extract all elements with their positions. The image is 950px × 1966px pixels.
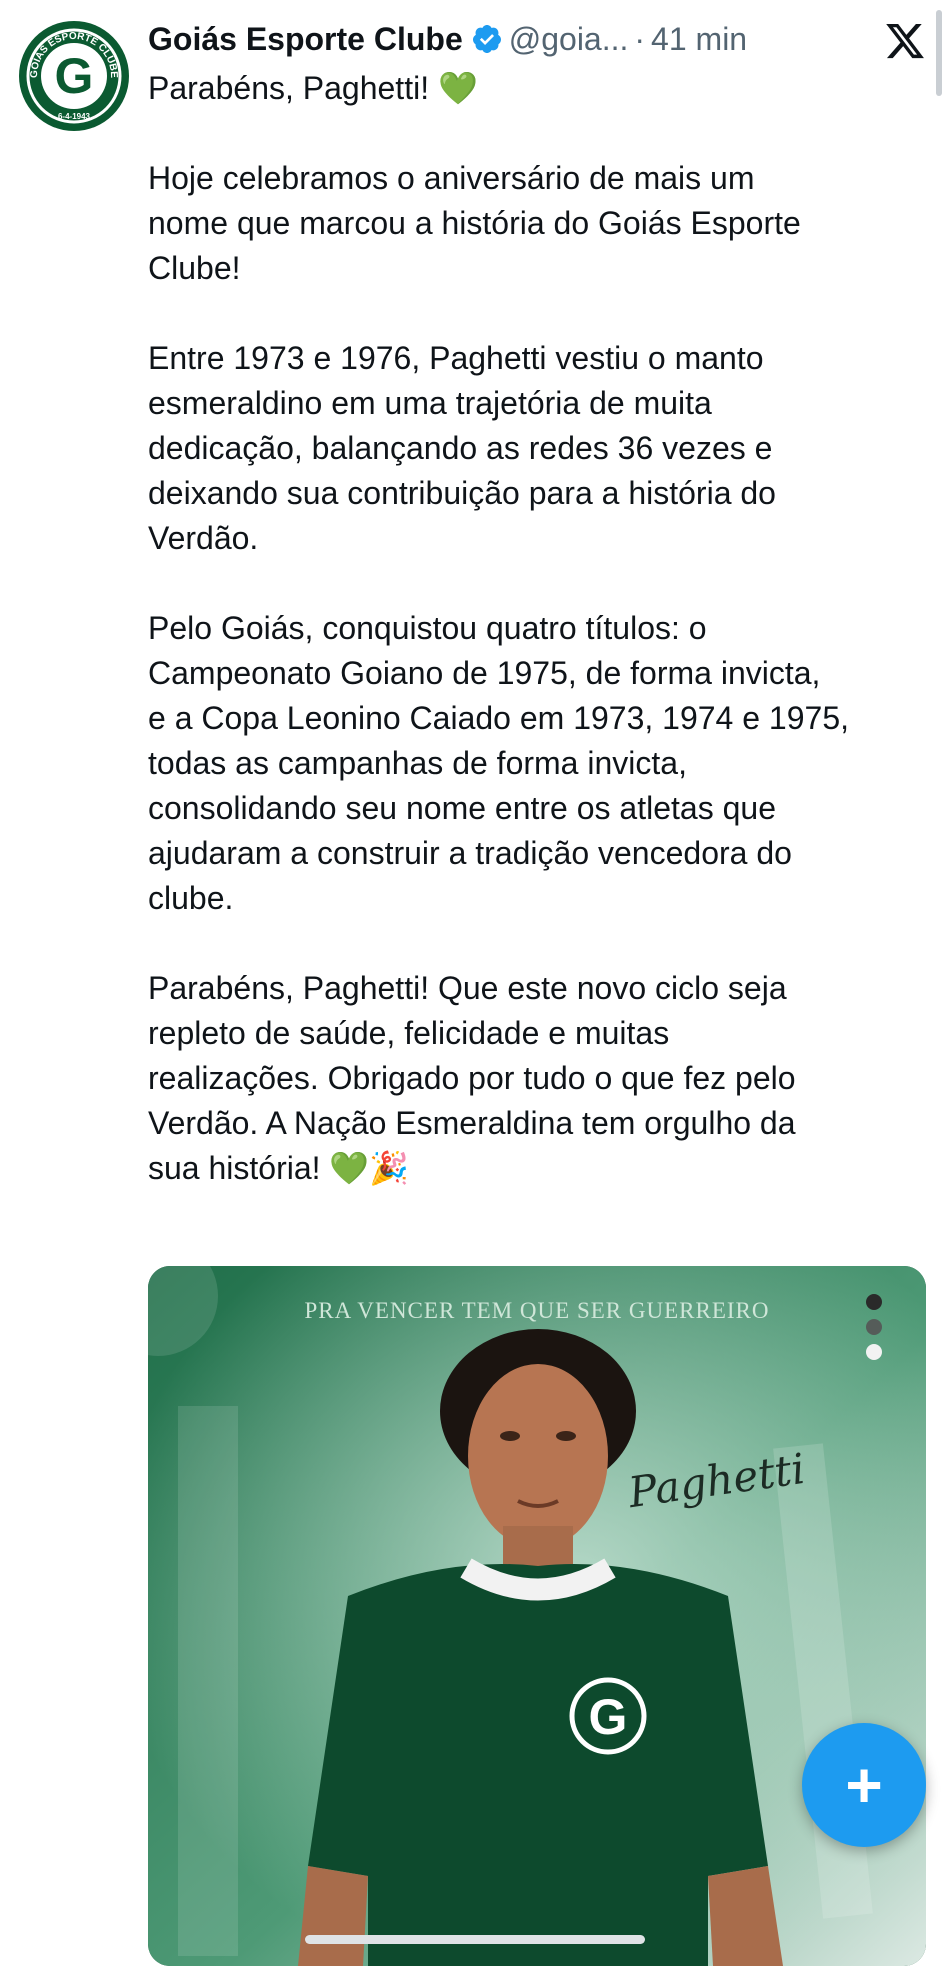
carousel-dot[interactable] [866, 1319, 882, 1335]
avatar-date: 6-4-1943 [58, 112, 91, 121]
tweet-paragraph: Pelo Goiás, conquistou quatro títulos: o… [148, 610, 849, 916]
carousel-indicator[interactable] [866, 1294, 886, 1369]
carousel-dot-active[interactable] [866, 1344, 882, 1360]
tweet-paragraph: Entre 1973 e 1976, Paghetti vestiu o man… [148, 340, 776, 556]
x-logo-icon[interactable] [884, 20, 926, 62]
tweet-timestamp[interactable]: 41 min [651, 21, 747, 58]
image-tagline: PRA VENCER TEM QUE SER GUERREIRO [304, 1298, 770, 1323]
party-popper-emoji: 🎉 [369, 1150, 410, 1186]
tweet-paragraph: Parabéns, Paghetti! Que este novo ciclo … [148, 970, 796, 1186]
compose-fab-button[interactable]: + [802, 1723, 926, 1847]
goias-crest-icon: G GOIÁS ESPORTE CLUBE 6-4-1943 [22, 24, 126, 128]
player-photo: G [148, 1266, 926, 1966]
green-heart-emoji: 💚 [329, 1150, 370, 1186]
tweet-media-image[interactable]: G PRA VENCER TEM QUE SER GUERREIRO Paghe… [148, 1266, 926, 1966]
carousel-dot[interactable] [866, 1294, 882, 1310]
plus-icon: + [845, 1749, 883, 1821]
tweet-body: Parabéns, Paghetti! 💚 Hoje celebramos o … [148, 66, 938, 1236]
tweet-paragraph: Hoje celebramos o aniversário de mais um… [148, 160, 801, 286]
avatar-letter: G [55, 48, 94, 104]
author-name[interactable]: Goiás Esporte Clube [148, 21, 463, 58]
separator-dot: · [634, 20, 646, 57]
home-indicator[interactable] [305, 1935, 645, 1944]
tweet-paragraph: Parabéns, Paghetti! 💚 [148, 70, 478, 106]
shirt-crest-letter: G [589, 1689, 628, 1745]
green-heart-emoji: 💚 [437, 70, 478, 106]
author-handle[interactable]: @goia... [509, 21, 629, 58]
verified-badge-icon [472, 25, 501, 53]
avatar[interactable]: G GOIÁS ESPORTE CLUBE 6-4-1943 [19, 21, 129, 131]
tweet-header: Goiás Esporte Clube @goia... · 41 min [148, 14, 747, 64]
